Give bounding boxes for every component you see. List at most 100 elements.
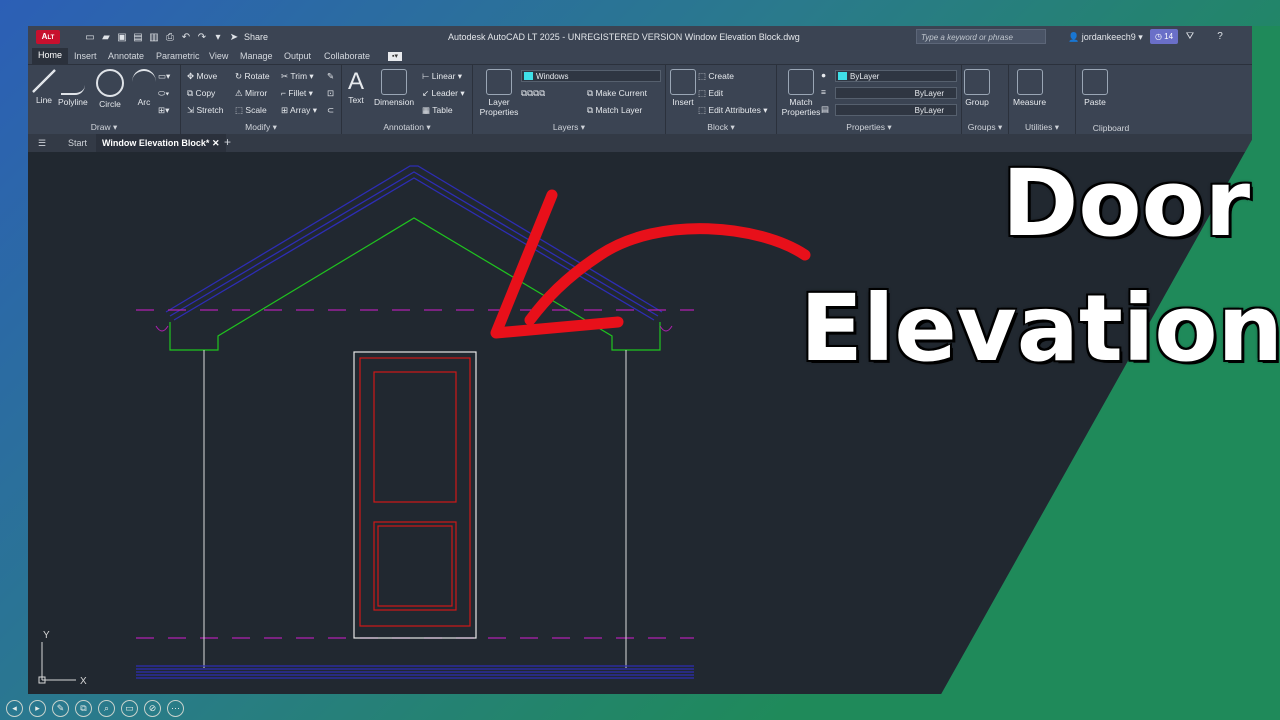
- ground-hatch: [136, 665, 694, 679]
- tab-parametric[interactable]: Parametric: [156, 51, 200, 61]
- make-current-button[interactable]: ⧉ Make Current: [587, 88, 647, 99]
- line-button[interactable]: Line: [32, 69, 56, 105]
- layer-stack-icon: [486, 69, 512, 95]
- measure-button[interactable]: Measure: [1013, 69, 1046, 107]
- stretch-button[interactable]: ⇲ Stretch: [187, 105, 223, 116]
- utilities-panel-title[interactable]: Utilities ▾: [1009, 122, 1075, 133]
- undo-icon[interactable]: ↶: [180, 32, 192, 43]
- share-button[interactable]: Share: [244, 32, 268, 42]
- fillet-button[interactable]: ⌐ Fillet ▾: [281, 88, 313, 99]
- move-button[interactable]: ✥ Move: [187, 71, 217, 82]
- file-menu-icon[interactable]: ☰: [38, 138, 46, 149]
- rectangle-icon[interactable]: ▭▾: [158, 71, 170, 82]
- text-button[interactable]: A Text: [348, 68, 365, 106]
- customize-arrow-icon[interactable]: ▾: [212, 32, 224, 43]
- print-icon[interactable]: ⎙: [164, 32, 176, 43]
- rotate-button[interactable]: ↻ Rotate: [235, 71, 270, 82]
- layer-tool-icons[interactable]: ⧉⧉⧉⧉: [521, 88, 545, 98]
- tab-insert[interactable]: Insert: [74, 51, 97, 61]
- app-logo[interactable]: ALT: [36, 30, 60, 44]
- text-icon: A: [348, 68, 365, 95]
- tab-window-elevation-block[interactable]: Window Elevation Block* ✕: [96, 134, 226, 152]
- layer-dropdown[interactable]: Windows: [521, 70, 661, 82]
- clipboard-panel-title[interactable]: Clipboard: [1076, 123, 1146, 133]
- groups-panel-title[interactable]: Groups ▾: [962, 122, 1008, 133]
- new-tab-icon[interactable]: +: [224, 135, 231, 149]
- ribbon-options-icon[interactable]: ▪▾: [388, 52, 402, 61]
- move-icon: ✥: [187, 71, 195, 81]
- array-button[interactable]: ⊞ Array ▾: [281, 105, 317, 116]
- trim-button[interactable]: ✂ Trim ▾: [281, 71, 314, 82]
- annotation-panel-title[interactable]: Annotation ▾: [342, 122, 472, 133]
- open-folder-icon[interactable]: ▰: [100, 32, 112, 43]
- insert-button[interactable]: Insert: [670, 69, 696, 107]
- copy-view-icon[interactable]: ⧉: [75, 699, 92, 717]
- more-icon[interactable]: ⋯: [167, 699, 184, 717]
- lineweight-dropdown[interactable]: ByLayer: [835, 104, 957, 116]
- close-tab-icon[interactable]: ✕: [212, 138, 220, 148]
- scale-button[interactable]: ⬚ Scale: [235, 105, 267, 116]
- arc-button[interactable]: Arc: [132, 69, 156, 107]
- autodesk-app-icon[interactable]: ⛛: [1184, 31, 1196, 42]
- tab-start[interactable]: Start: [68, 138, 87, 148]
- linetype-dropdown[interactable]: ByLayer: [835, 87, 957, 99]
- layers-panel-title[interactable]: Layers ▾: [473, 122, 665, 133]
- notification-badge[interactable]: ◷ 14: [1150, 29, 1178, 44]
- block-panel-title[interactable]: Block ▾: [666, 122, 776, 133]
- tab-manage[interactable]: Manage: [240, 51, 273, 61]
- modify-panel: ✥ Move ↻ Rotate ✂ Trim ▾ ⧉ Copy ⚠ Mirror…: [181, 65, 342, 135]
- share-icon[interactable]: ➤: [228, 32, 240, 43]
- tab-collaborate[interactable]: Collaborate: [324, 51, 370, 61]
- group-button[interactable]: Group: [964, 69, 990, 107]
- copy-icon: ⧉: [187, 88, 194, 98]
- save-as-icon[interactable]: ▤: [132, 32, 144, 43]
- web-save-icon[interactable]: ▥: [148, 32, 160, 43]
- edit-button[interactable]: ⬚ Edit: [698, 88, 723, 99]
- erase-icon[interactable]: ✎: [327, 71, 334, 82]
- leader-icon: ↙: [422, 88, 430, 98]
- stretch-icon: ⇲: [187, 105, 195, 115]
- tab-output[interactable]: Output: [284, 51, 311, 61]
- linear-dropdown[interactable]: ⊢ Linear ▾: [422, 71, 462, 82]
- circle-button[interactable]: Circle: [96, 69, 124, 109]
- nav-back-icon[interactable]: ◂: [6, 699, 23, 717]
- table-button[interactable]: ▦ Table: [422, 105, 453, 116]
- make-current-icon: ⧉: [587, 88, 594, 98]
- tab-view[interactable]: View: [209, 51, 228, 61]
- color-dropdown[interactable]: ByLayer: [835, 70, 957, 82]
- dimension-button[interactable]: Dimension: [374, 69, 414, 107]
- hide-icon[interactable]: ⊘: [144, 699, 161, 717]
- draw-panel-title[interactable]: Draw ▾: [28, 122, 180, 133]
- zoom-icon[interactable]: ⌕: [98, 699, 115, 717]
- mirror-button[interactable]: ⚠ Mirror: [235, 88, 267, 99]
- search-input[interactable]: Type a keyword or phrase: [916, 29, 1046, 44]
- tab-annotate[interactable]: Annotate: [108, 51, 144, 61]
- modify-panel-title[interactable]: Modify ▾: [181, 122, 341, 133]
- user-account[interactable]: 👤 jordankeech9 ▾: [1068, 32, 1143, 43]
- leader-dropdown[interactable]: ↙ Leader ▾: [422, 88, 465, 99]
- redo-icon[interactable]: ↷: [196, 32, 208, 43]
- create-button[interactable]: ⬚ Create: [698, 71, 734, 82]
- save-icon[interactable]: ▣: [116, 32, 128, 43]
- roof-lines: [165, 165, 663, 321]
- view-icon[interactable]: ▭: [121, 699, 138, 717]
- polyline-button[interactable]: Polyline: [58, 69, 88, 107]
- offset-icon[interactable]: ⊂: [327, 105, 334, 116]
- help-icon[interactable]: ?: [1214, 31, 1226, 42]
- pencil-icon[interactable]: ✎: [52, 699, 69, 717]
- edit-attributes-button[interactable]: ⬚ Edit Attributes ▾: [698, 105, 768, 116]
- draw-more-icon[interactable]: ⊞▾: [158, 105, 169, 116]
- properties-panel-title[interactable]: Properties ▾: [777, 122, 961, 133]
- paste-button[interactable]: Paste: [1082, 69, 1108, 107]
- nav-forward-icon[interactable]: ▸: [29, 699, 46, 717]
- fascia-trim: [169, 217, 661, 351]
- hatch-icon[interactable]: ⬭▾: [158, 88, 169, 99]
- headline-door: Door: [1002, 150, 1251, 257]
- match-layer-button[interactable]: ⧉ Match Layer: [587, 105, 642, 116]
- layer-properties-button[interactable]: Layer Properties: [479, 69, 519, 117]
- explode-icon[interactable]: ⊡: [327, 88, 334, 99]
- new-file-icon[interactable]: ▭: [84, 32, 96, 43]
- level-lines: [136, 309, 694, 639]
- copy-button[interactable]: ⧉ Copy: [187, 88, 215, 99]
- match-properties-button[interactable]: Match Properties: [781, 69, 821, 117]
